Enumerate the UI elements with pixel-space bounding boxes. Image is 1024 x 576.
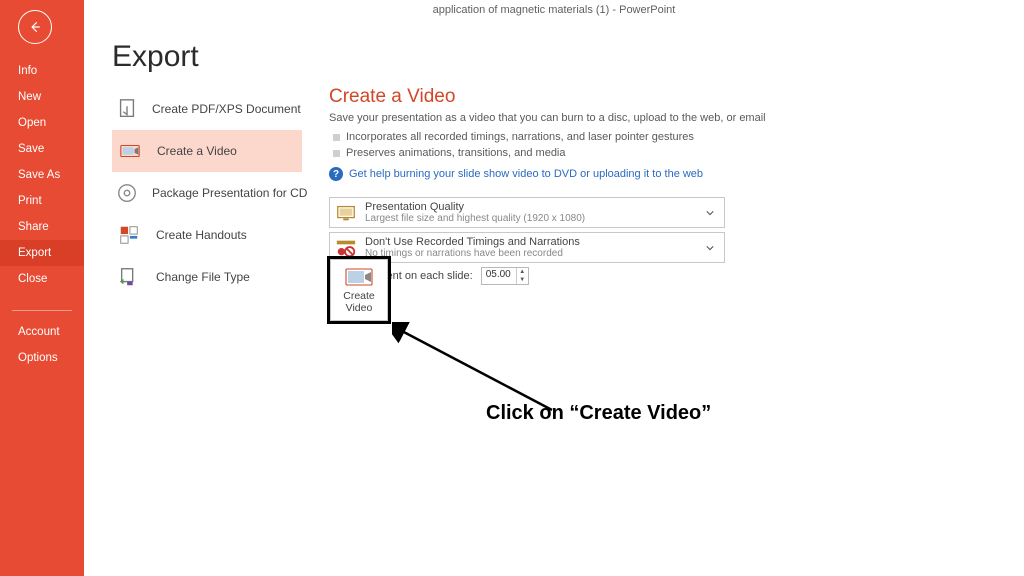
opt-create-handouts[interactable]: Create Handouts <box>112 214 302 256</box>
detail-subtitle: Save your presentation as a video that y… <box>329 112 1006 124</box>
opt-change-file-type[interactable]: Change File Type <box>112 256 302 298</box>
nav-share[interactable]: Share <box>0 214 84 240</box>
nav-info[interactable]: Info <box>0 58 84 84</box>
create-video-button[interactable]: Create Video <box>330 259 388 321</box>
opt-create-pdf-xps[interactable]: Create PDF/XPS Document <box>112 88 302 130</box>
create-video-label: Create Video <box>343 290 375 314</box>
create-video-icon <box>345 266 373 288</box>
help-link[interactable]: ? Get help burning your slide show video… <box>329 167 1006 181</box>
video-icon <box>117 138 143 164</box>
nav-close[interactable]: Close <box>0 266 84 292</box>
back-button[interactable] <box>18 10 52 44</box>
spinner-down[interactable]: ▼ <box>517 276 528 284</box>
nav-export[interactable]: Export <box>0 240 84 266</box>
page-title: Export <box>112 40 199 74</box>
bullet-icon <box>333 150 340 157</box>
quality-dropdown[interactable]: Presentation Quality Largest file size a… <box>329 197 725 228</box>
chevron-down-icon <box>702 209 718 217</box>
nav-new[interactable]: New <box>0 84 84 110</box>
opt-label: Change File Type <box>156 270 250 284</box>
annotation-text: Click on “Create Video” <box>486 402 711 425</box>
export-options-list: Create PDF/XPS Document Create a Video P… <box>112 88 302 298</box>
bullet-2: Preserves animations, transitions, and m… <box>333 145 1006 161</box>
seconds-spinner[interactable]: 05.00 ▲ ▼ <box>481 267 529 285</box>
detail-panel: Create a Video Save your presentation as… <box>329 86 1006 289</box>
main-panel: application of magnetic materials (1) - … <box>84 0 1024 576</box>
back-arrow-icon <box>28 20 42 34</box>
chevron-down-icon <box>702 244 718 252</box>
bullet-1: Incorporates all recorded timings, narra… <box>333 129 1006 145</box>
nav-print[interactable]: Print <box>0 188 84 214</box>
monitor-icon <box>335 202 357 224</box>
nav-open[interactable]: Open <box>0 110 84 136</box>
opt-package-cd[interactable]: Package Presentation for CD <box>112 172 302 214</box>
pdf-xps-icon <box>116 96 138 122</box>
help-text: Get help burning your slide show video t… <box>349 168 703 180</box>
help-icon: ? <box>329 167 343 181</box>
opt-create-video[interactable]: Create a Video <box>112 130 302 172</box>
spinner-up[interactable]: ▲ <box>517 268 528 276</box>
bullet-icon <box>333 134 340 141</box>
window-title: application of magnetic materials (1) - … <box>433 4 676 16</box>
nav-separator <box>12 310 72 311</box>
timings-desc: No timings or narrations have been recor… <box>365 248 694 259</box>
handouts-icon <box>116 222 142 248</box>
change-filetype-icon <box>116 264 142 290</box>
backstage-sidebar: Info New Open Save Save As Print Share E… <box>0 0 84 576</box>
nav-save-as[interactable]: Save As <box>0 162 84 188</box>
quality-title: Presentation Quality <box>365 201 694 213</box>
opt-label: Package Presentation for CD <box>152 186 307 200</box>
timings-title: Don't Use Recorded Timings and Narration… <box>365 236 694 248</box>
detail-title: Create a Video <box>329 86 1006 108</box>
annotation-highlight-box: Create Video <box>327 256 391 324</box>
seconds-value: 05.00 <box>482 268 516 284</box>
opt-label: Create Handouts <box>156 228 247 242</box>
nav-save[interactable]: Save <box>0 136 84 162</box>
opt-label: Create PDF/XPS Document <box>152 102 301 116</box>
quality-desc: Largest file size and highest quality (1… <box>365 213 694 224</box>
cd-icon <box>116 180 138 206</box>
opt-label: Create a Video <box>157 144 237 158</box>
nav-account[interactable]: Account <box>0 319 84 345</box>
nav-options[interactable]: Options <box>0 345 84 371</box>
